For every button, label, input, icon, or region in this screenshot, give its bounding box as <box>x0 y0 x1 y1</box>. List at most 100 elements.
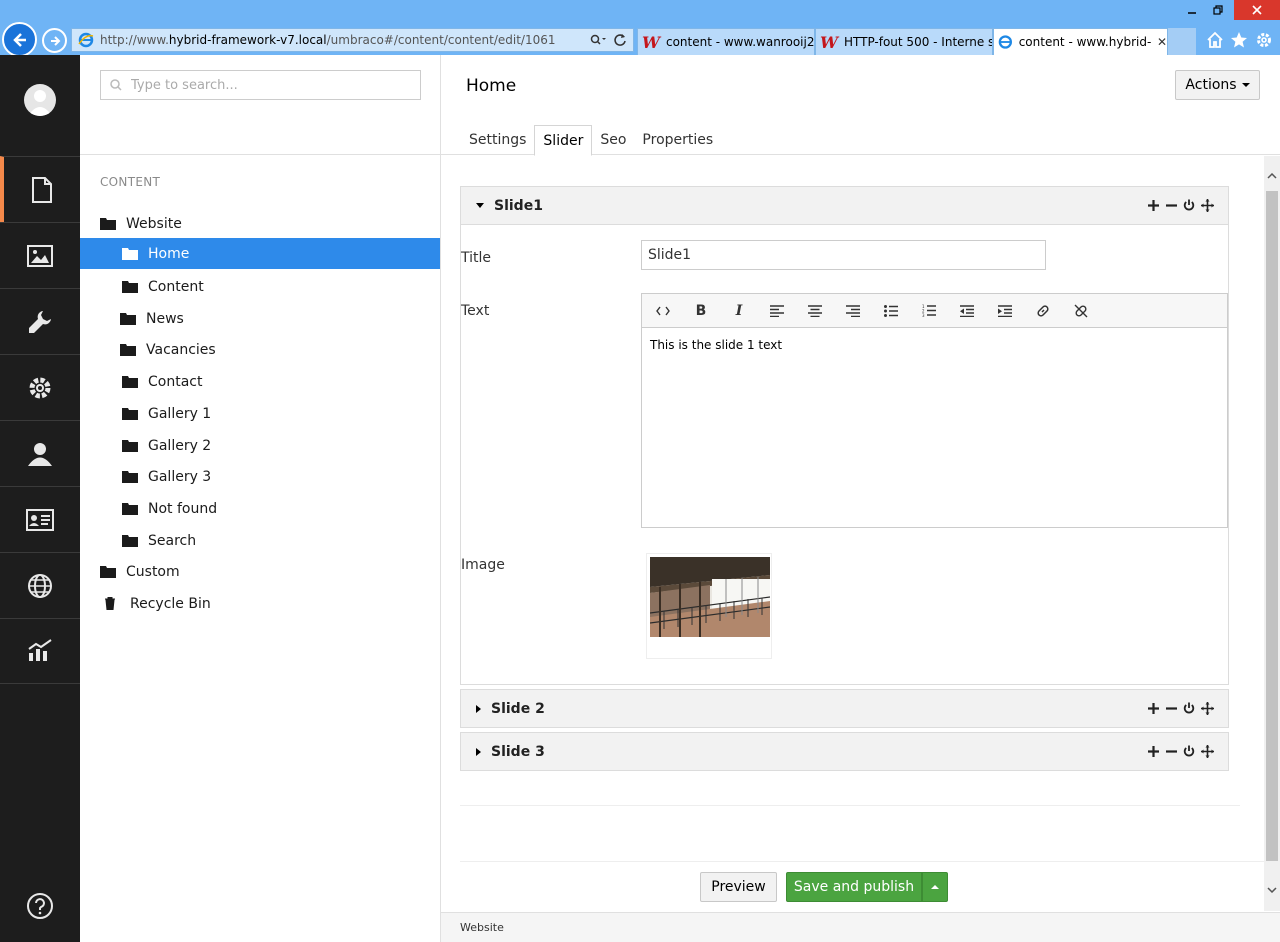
unlink-icon[interactable] <box>1062 296 1100 326</box>
tab-settings[interactable]: Settings <box>461 125 534 155</box>
expand-toggle-icon[interactable] <box>476 747 481 756</box>
tree-item-search[interactable]: Search <box>80 525 440 556</box>
user-avatar[interactable] <box>24 84 56 116</box>
move-icon[interactable] <box>1200 197 1214 213</box>
section-developer[interactable] <box>0 354 80 420</box>
tree-item-content[interactable]: Content <box>80 271 440 302</box>
add-icon[interactable] <box>1146 700 1160 716</box>
forward-button[interactable] <box>42 28 67 53</box>
content-tree-panel: CONTENT Website Home Content News Vacanc… <box>80 55 441 942</box>
remove-icon[interactable] <box>1164 197 1178 213</box>
tree-item-custom[interactable]: Custom <box>80 556 440 587</box>
preview-button[interactable]: Preview <box>700 872 777 902</box>
add-icon[interactable] <box>1146 197 1160 213</box>
browser-tab-1[interactable]: W content - www.wanrooij20... <box>637 28 815 55</box>
browser-tab-3[interactable]: content - www.hybrid-... ✕ <box>993 28 1168 55</box>
publish-options-button[interactable] <box>922 872 948 902</box>
slide-header[interactable]: Slide 2 <box>461 690 1228 727</box>
new-tab-button[interactable] <box>1168 28 1196 55</box>
section-media[interactable] <box>0 222 80 288</box>
indent-icon[interactable] <box>986 296 1024 326</box>
breadcrumb: Website <box>441 912 1280 942</box>
rte-body[interactable]: This is the slide 1 text <box>642 328 1227 362</box>
chart-icon <box>28 639 52 661</box>
search-input[interactable] <box>131 77 420 93</box>
rte-toolbar: B I 123 <box>642 294 1227 328</box>
section-settings[interactable] <box>0 288 80 354</box>
remove-icon[interactable] <box>1164 700 1178 716</box>
tree-item-website[interactable]: Website <box>80 208 440 239</box>
outdent-icon[interactable] <box>948 296 986 326</box>
slide-image-thumbnail[interactable] <box>646 553 772 659</box>
folder-icon <box>100 566 116 578</box>
editor-tabs: Settings Slider Seo Properties <box>461 125 721 156</box>
ie-icon <box>78 32 94 48</box>
actions-button[interactable]: Actions <box>1175 70 1260 100</box>
tree-item-gallery-1[interactable]: Gallery 1 <box>80 398 440 429</box>
code-icon[interactable] <box>644 296 682 326</box>
section-content[interactable] <box>0 156 80 222</box>
editor-scrollbar[interactable] <box>1264 156 1280 911</box>
scroll-up-icon[interactable] <box>1264 168 1280 184</box>
tree-item-not-found[interactable]: Not found <box>80 493 440 524</box>
search-icon <box>110 79 122 91</box>
expand-toggle-icon[interactable] <box>476 704 481 713</box>
section-translation[interactable] <box>0 552 80 618</box>
scroll-thumb[interactable] <box>1266 191 1278 861</box>
section-analytics[interactable] <box>0 618 80 684</box>
remove-icon[interactable] <box>1164 743 1178 759</box>
help-icon[interactable] <box>26 892 54 920</box>
link-icon[interactable] <box>1024 296 1062 326</box>
settings-gear-icon[interactable] <box>1254 30 1274 50</box>
trash-icon <box>105 597 115 610</box>
align-left-icon[interactable] <box>758 296 796 326</box>
bold-icon[interactable]: B <box>682 296 720 326</box>
address-bar[interactable]: http://www.hybrid-framework-v7.local/umb… <box>71 28 634 52</box>
slide-header[interactable]: Slide 3 <box>461 733 1228 770</box>
tree-item-gallery-3[interactable]: Gallery 3 <box>80 461 440 492</box>
slide-actions <box>1146 197 1214 213</box>
save-and-publish-button[interactable]: Save and publish <box>786 872 922 902</box>
numbered-list-icon[interactable]: 123 <box>910 296 948 326</box>
favorites-star-icon[interactable] <box>1229 30 1249 50</box>
tab-seo[interactable]: Seo <box>592 125 634 155</box>
expand-toggle-icon[interactable] <box>476 203 484 208</box>
move-icon[interactable] <box>1200 700 1214 716</box>
browser-tab-2[interactable]: W HTTP-fout 500 - Interne se... <box>815 28 993 55</box>
tree-item-news[interactable]: News <box>80 303 440 334</box>
tree-search[interactable] <box>100 70 421 100</box>
align-right-icon[interactable] <box>834 296 872 326</box>
power-icon[interactable] <box>1182 743 1196 759</box>
refresh-icon[interactable] <box>611 31 629 49</box>
power-icon[interactable] <box>1182 197 1196 213</box>
slide-panel-2: Slide 2 <box>460 689 1229 728</box>
tree-item-contact[interactable]: Contact <box>80 366 440 397</box>
tree-item-recycle-bin[interactable]: Recycle Bin <box>80 588 440 619</box>
move-icon[interactable] <box>1200 743 1214 759</box>
breadcrumb-item[interactable]: Website <box>460 921 504 934</box>
section-users[interactable] <box>0 420 80 486</box>
tree-item-gallery-2[interactable]: Gallery 2 <box>80 430 440 461</box>
search-dropdown-icon[interactable] <box>589 31 607 49</box>
tree-item-home[interactable]: Home <box>80 238 440 269</box>
tab-slider[interactable]: Slider <box>534 125 593 156</box>
close-window-button[interactable] <box>1234 0 1280 20</box>
restore-button[interactable] <box>1206 0 1230 20</box>
align-center-icon[interactable] <box>796 296 834 326</box>
slide-header[interactable]: Slide1 <box>461 187 1228 224</box>
title-input[interactable] <box>641 240 1046 270</box>
power-icon[interactable] <box>1182 700 1196 716</box>
back-button[interactable] <box>2 22 37 57</box>
minimize-button[interactable] <box>1180 0 1204 20</box>
bullet-list-icon[interactable] <box>872 296 910 326</box>
home-icon[interactable] <box>1205 30 1225 50</box>
tree-item-vacancies[interactable]: Vacancies <box>80 334 440 365</box>
section-members[interactable] <box>0 486 80 552</box>
scroll-down-icon[interactable] <box>1264 882 1280 898</box>
site-favicon-icon: W <box>820 32 838 52</box>
editor-content: Slide1 Title Text B I <box>441 156 1264 911</box>
add-icon[interactable] <box>1146 743 1160 759</box>
close-tab-icon[interactable]: ✕ <box>1157 35 1167 49</box>
italic-icon[interactable]: I <box>720 296 758 326</box>
tab-properties[interactable]: Properties <box>634 125 721 155</box>
